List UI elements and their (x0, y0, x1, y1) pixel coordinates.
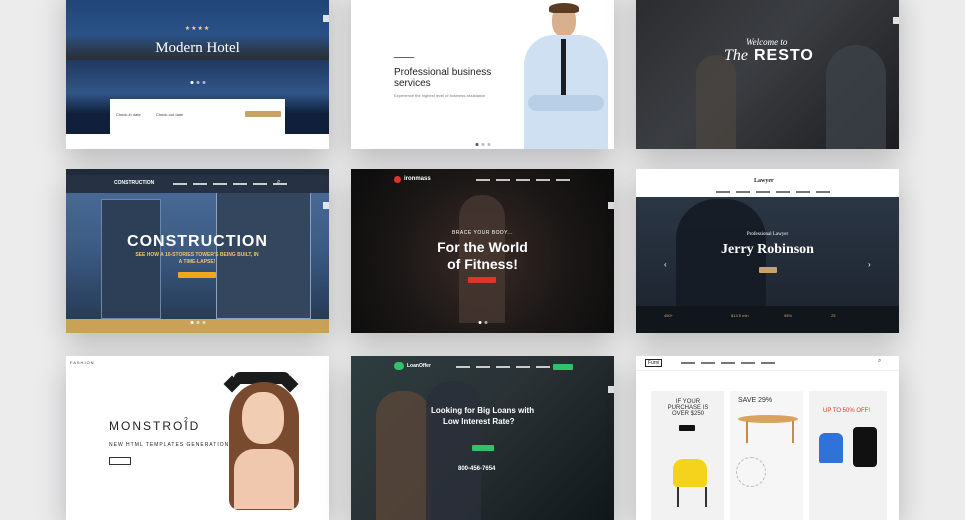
model-photo (214, 364, 314, 510)
booking-form: Check-in date Check-out date (110, 99, 285, 134)
furni-header: Furni ⌕ (636, 356, 899, 371)
promo-panel-3: UP TO 50% OFF! (809, 391, 887, 520)
template-card-monstroid[interactable]: FASHION MONSTROID 2 NEW HTML TEMPLATES G… (66, 356, 329, 520)
fashion-label: FASHION (70, 360, 95, 365)
next-arrow-icon[interactable] (323, 202, 329, 209)
fitness-kicker: BRACE YOUR BODY... (451, 230, 514, 236)
check-availability-button[interactable] (245, 111, 281, 117)
template-card-loanoffer[interactable]: LoanOffer Looking for Big Loans with Low… (351, 356, 614, 520)
promo-panel-1: IF YOUR PURCHASE IS OVER $250 (651, 391, 724, 520)
template-card-business[interactable]: Professional business services Experienc… (351, 0, 614, 149)
fitness-navbar: ironmass (351, 171, 614, 189)
furni-logo[interactable]: Furni (645, 359, 663, 367)
construction-navbar: CONSTRUCTION ⌕ (66, 175, 329, 193)
next-arrow-icon[interactable] (323, 15, 329, 22)
promo-1-button[interactable] (679, 425, 695, 431)
monstroid-cta-button[interactable] (109, 457, 131, 465)
search-icon[interactable]: ⌕ (878, 358, 881, 365)
construction-title: CONSTRUCTION (127, 233, 268, 250)
construction-logo[interactable]: CONSTRUCTION (114, 180, 154, 186)
template-card-furni[interactable]: Furni ⌕ IF YOUR PURCHASE IS OVER $250 SA… (636, 356, 899, 520)
search-icon[interactable]: ⌕ (277, 179, 280, 186)
hotel-stars: ★★★★ (184, 26, 211, 32)
fitness-cta-button[interactable] (468, 277, 496, 283)
next-arrow-icon[interactable] (893, 17, 899, 24)
construction-subtitle: SEE HOW A 10-STORIES TOWER'S BEING BUILT… (135, 252, 259, 265)
slider-prev-icon[interactable]: ‹ (664, 260, 667, 269)
lawyer-logo[interactable]: Lawyer (754, 178, 774, 184)
fitness-title-line1: For the World (437, 239, 528, 255)
apply-button[interactable] (553, 364, 573, 370)
slider-dots[interactable] (190, 81, 205, 84)
businessman-photo (518, 3, 608, 149)
lawyer-name: Jerry Robinson (721, 242, 814, 257)
monstroid-sup: 2 (184, 417, 188, 424)
loanoffer-logo-icon (394, 362, 404, 370)
loan-title-line2: Low Interest Rate? (443, 417, 515, 426)
next-arrow-icon[interactable] (608, 202, 614, 209)
lawyer-header: Lawyer (636, 169, 899, 197)
hotel-title: Modern Hotel (155, 40, 240, 56)
lawyer-cta-button[interactable] (759, 267, 777, 273)
construction-cta-button[interactable] (178, 272, 216, 278)
template-card-construction[interactable]: CONSTRUCTION ⌕ CONSTRUCTION SEE HOW A 10… (66, 169, 329, 333)
next-arrow-icon[interactable] (608, 386, 614, 393)
checkout-field[interactable]: Check-out date (156, 112, 183, 117)
resto-the: The (724, 47, 748, 64)
loan-title-line1: Looking for Big Loans with (431, 406, 535, 415)
loan-phone[interactable]: 800-456-7654 (458, 466, 495, 472)
lawyer-kicker: Professional Lawyer (746, 232, 789, 237)
resto-welcome: Welcome to (746, 37, 788, 47)
business-title: Professional business services (394, 67, 492, 89)
checkin-field[interactable]: Check-in date (116, 112, 141, 117)
loan-cta-button[interactable] (472, 445, 494, 451)
template-card-resto[interactable]: Welcome to The RESTO (636, 0, 899, 149)
ironmass-logo-icon (394, 176, 401, 183)
template-card-lawyer[interactable]: Lawyer Professional Lawyer Jerry Robinso… (636, 169, 899, 333)
resto-name: RESTO (754, 47, 814, 64)
slider-next-icon[interactable]: › (868, 260, 871, 269)
fitness-logo[interactable]: ironmass (404, 176, 431, 182)
business-subtitle: Experience the highest level of business… (394, 93, 486, 98)
lawyer-stats: 450+ $14.5 mln 98% 25 (636, 306, 899, 333)
loan-logo[interactable]: LoanOffer (407, 363, 431, 369)
promo-panel-2: SAVE 29% (730, 391, 803, 520)
monstroid-subtitle: NEW HTML TEMPLATES GENERATION (109, 442, 230, 448)
fitness-title-line2: of Fitness! (447, 256, 518, 272)
loan-navbar: LoanOffer (351, 358, 614, 376)
template-card-fitness[interactable]: ironmass BRACE YOUR BODY... For the Worl… (351, 169, 614, 333)
template-card-modern-hotel[interactable]: ★★★★ Modern Hotel Check-in date Check-ou… (66, 0, 329, 149)
